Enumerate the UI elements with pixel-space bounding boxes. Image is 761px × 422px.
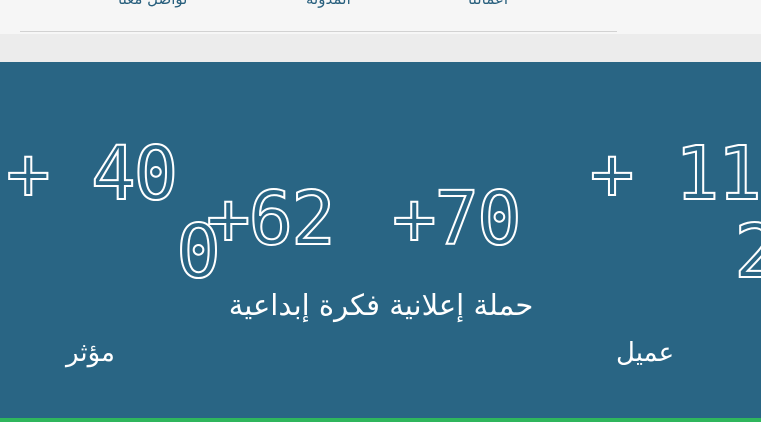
campaigns-count: +62 <box>205 176 337 262</box>
influencers-count: + 40 0 <box>5 131 222 295</box>
nav-divider <box>20 31 617 32</box>
ideas-count: +70 <box>391 176 523 262</box>
campaigns-ideas-label: حملة إعلانية فكرة إبداعية <box>228 288 534 322</box>
nav-link-blog[interactable]: المدونة <box>306 0 351 10</box>
footer-accent-strip <box>0 418 761 422</box>
nav-link-contact[interactable]: تواصل معنا <box>118 0 187 10</box>
top-navigation: تواصل معنا المدونة أعمالنا <box>0 0 761 34</box>
clients-label: عميل <box>616 338 675 368</box>
nav-link-works[interactable]: أعمالنا <box>468 0 508 10</box>
influencers-label: مؤثر <box>66 338 115 368</box>
clients-count: + 11 2 <box>589 131 761 295</box>
